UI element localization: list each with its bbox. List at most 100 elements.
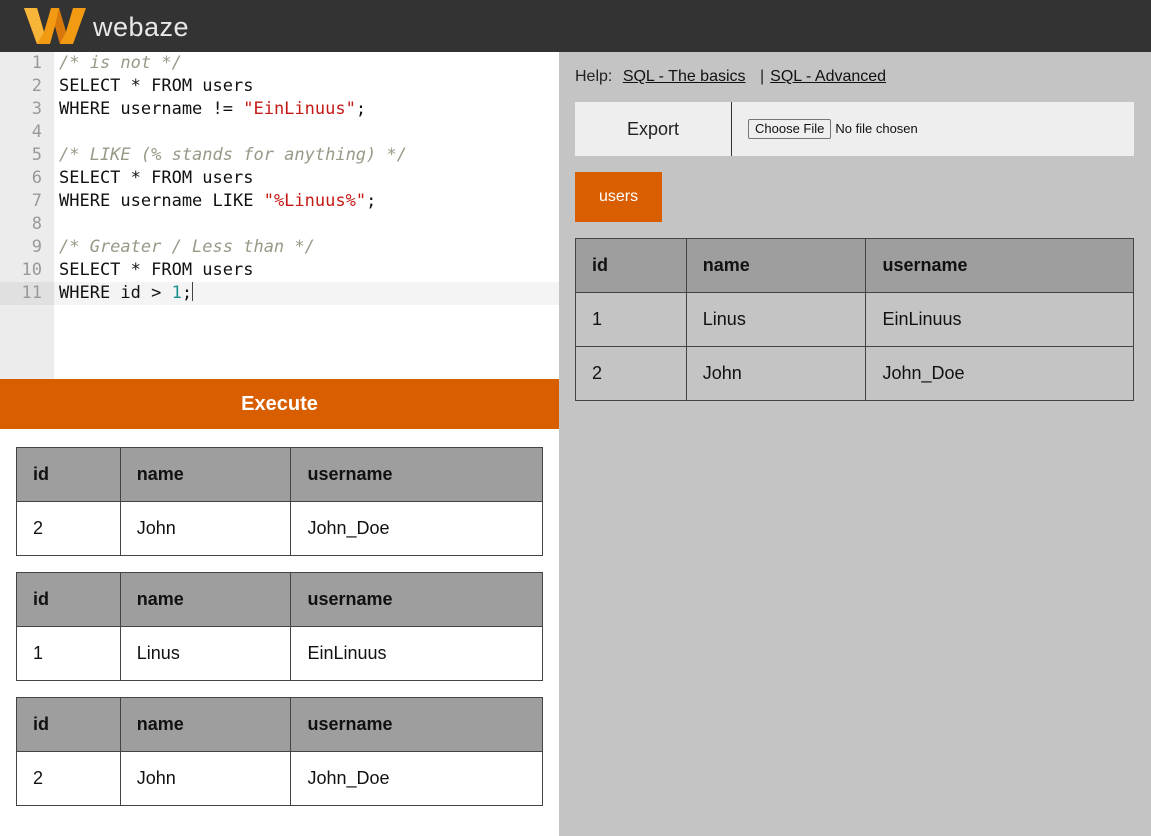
code-token-plain: ; — [366, 191, 377, 211]
line-number: 5 — [31, 145, 42, 165]
code-line[interactable]: 11 WHERE id > 1; — [0, 282, 559, 305]
cell-username: John_Doe — [865, 346, 1134, 401]
line-number: 1 — [31, 53, 42, 73]
line-number: 8 — [31, 214, 42, 234]
code-line[interactable]: 1 /* is not */ — [0, 52, 559, 75]
line-number: 2 — [31, 76, 42, 96]
cell-name: John — [685, 346, 867, 401]
cell-username: John_Doe — [290, 501, 543, 556]
code-line[interactable]: 4 — [0, 121, 559, 144]
line-number: 9 — [31, 237, 42, 257]
text-cursor — [192, 282, 194, 301]
column-header-name: name — [119, 447, 292, 502]
column-header-id: id — [16, 447, 121, 502]
cell-username: John_Doe — [290, 751, 543, 806]
line-number: 6 — [31, 168, 42, 188]
column-header-username: username — [865, 238, 1134, 293]
code-text: SELECT * FROM users — [59, 167, 253, 190]
help-label: Help: — [575, 68, 613, 85]
help-separator: | — [759, 68, 765, 85]
table-row: 1 Linus EinLinuus — [575, 292, 1134, 347]
help-links: Help: SQL - The basics | SQL - Advanced — [575, 66, 886, 88]
code-text: /* is not */ — [59, 52, 182, 75]
code-token-plain: WHERE id > — [59, 283, 172, 303]
result-table: id name username 1 Linus EinLinuus — [16, 572, 543, 681]
column-header-id: id — [575, 238, 687, 293]
code-text: WHERE username LIKE "%Linuus%"; — [59, 190, 376, 213]
code-line[interactable]: 10 SELECT * FROM users — [0, 259, 559, 282]
column-header-name: name — [119, 697, 292, 752]
result-table: id name username 2 John John_Doe — [16, 447, 543, 556]
column-header-username: username — [290, 572, 543, 627]
code-text: WHERE id > 1; — [59, 282, 194, 305]
table-row: 2 John John_Doe — [575, 346, 1134, 401]
code-line[interactable]: 3 WHERE username != "EinLinuus"; — [0, 98, 559, 121]
app-name: webaze — [93, 12, 190, 42]
table-row: 2 John John_Doe — [16, 751, 543, 806]
code-text: SELECT * FROM users — [59, 75, 253, 98]
cell-id: 1 — [16, 626, 121, 681]
cell-id: 2 — [575, 346, 687, 401]
code-line[interactable]: 7 WHERE username LIKE "%Linuus%"; — [0, 190, 559, 213]
cell-id: 1 — [575, 292, 687, 347]
code-token-string: "%Linuus%" — [263, 191, 367, 211]
code-line[interactable]: 8 — [0, 213, 559, 236]
choose-file-button[interactable]: Choose File — [748, 119, 832, 139]
code-text: /* Greater / Less than */ — [59, 236, 315, 259]
line-number: 3 — [31, 99, 42, 119]
table-header-row: id name username — [16, 572, 543, 627]
sql-editor[interactable]: 1 /* is not */ 2 SELECT * FROM users 3 WHERE … — [0, 52, 559, 379]
result-table: id name username 2 John John_Doe — [16, 697, 543, 806]
column-header-name: name — [119, 572, 292, 627]
table-tab-users[interactable]: users — [575, 172, 662, 222]
line-number: 11 — [0, 282, 54, 305]
code-token-comment: /* LIKE (% stands for anything) */ — [59, 145, 407, 165]
code-line[interactable]: 5 /* LIKE (% stands for anything) */ — [0, 144, 559, 167]
code-token-comment: /* is not */ — [59, 53, 182, 73]
code-token-plain: WHERE username LIKE — [59, 191, 264, 211]
cell-name: John — [119, 501, 292, 556]
cell-name: Linus — [685, 292, 867, 347]
database-panel: Help: SQL - The basics | SQL - Advanced E… — [559, 52, 1151, 836]
users-table: id name username 1 Linus EinLinuus 2 Joh… — [575, 238, 1134, 401]
table-header-row: id name username — [575, 238, 1134, 293]
database-toolbar: Export Choose File No file chosen — [575, 102, 1134, 156]
code-token-comment: /* Greater / Less than */ — [59, 237, 315, 257]
cell-id: 2 — [16, 501, 121, 556]
code-line[interactable]: 9 /* Greater / Less than */ — [0, 236, 559, 259]
table-row: 2 John John_Doe — [16, 501, 543, 556]
code-text: SELECT * FROM users — [59, 259, 253, 282]
link-sql-advanced[interactable]: SQL - Advanced — [770, 68, 886, 85]
execute-button[interactable]: Execute — [0, 379, 559, 429]
line-number: 10 — [21, 260, 42, 280]
code-text: WHERE username != "EinLinuus"; — [59, 98, 366, 121]
code-line[interactable]: 6 SELECT * FROM users — [0, 167, 559, 190]
webaze-logo-icon — [24, 8, 86, 44]
code-token-plain: ; — [355, 99, 367, 119]
line-number: 7 — [31, 191, 42, 211]
code-token-plain: SELECT * FROM users — [59, 168, 254, 188]
table-header-row: id name username — [16, 447, 543, 502]
column-header-id: id — [16, 697, 121, 752]
import-file-input[interactable]: Choose File No file chosen — [748, 119, 918, 139]
code-token-plain: SELECT * FROM users — [59, 260, 254, 280]
code-line[interactable]: 2 SELECT * FROM users — [0, 75, 559, 98]
cell-name: Linus — [119, 626, 292, 681]
cell-username: EinLinuus — [865, 292, 1134, 347]
link-sql-basics[interactable]: SQL - The basics — [623, 68, 746, 85]
code-token-plain: WHERE username != — [59, 99, 244, 119]
column-header-name: name — [685, 238, 867, 293]
cell-id: 2 — [16, 751, 121, 806]
cell-name: John — [119, 751, 292, 806]
file-status: No file chosen — [835, 121, 918, 136]
table-row: 1 Linus EinLinuus — [16, 626, 543, 681]
column-header-username: username — [290, 447, 543, 502]
code-token-plain: ; — [181, 283, 193, 303]
code-token-string: "EinLinuus" — [243, 99, 356, 119]
code-token-plain: SELECT * FROM users — [59, 76, 254, 96]
code-text: /* LIKE (% stands for anything) */ — [59, 144, 407, 167]
line-number: 4 — [31, 122, 42, 142]
cell-username: EinLinuus — [290, 626, 543, 681]
code-token-number: 1 — [171, 283, 182, 303]
export-button[interactable]: Export — [575, 102, 732, 156]
